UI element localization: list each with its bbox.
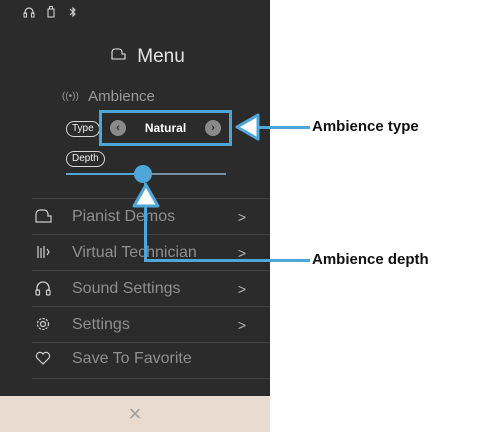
divider <box>32 270 270 271</box>
menu-item-sound-settings[interactable]: Sound Settings > <box>30 274 260 304</box>
type-callout-line <box>270 126 310 129</box>
menu-item-label: Save To Favorite <box>72 350 192 367</box>
headphones-icon <box>30 280 56 299</box>
ambience-depth-callout: Ambience depth <box>312 251 429 268</box>
depth-slider-thumb[interactable] <box>133 165 152 183</box>
ambience-heading-label: Ambience <box>88 88 155 105</box>
depth-slider-fill <box>66 173 143 175</box>
menu-item-label: Sound Settings <box>72 280 181 297</box>
status-bar <box>22 6 80 21</box>
ambience-type-value: Natural <box>144 121 187 135</box>
ambience-icon: ((•)) <box>62 91 79 102</box>
chevron-right-icon: > <box>237 281 246 297</box>
type-callout-arrowhead <box>235 113 260 141</box>
divider <box>32 234 270 235</box>
menu-item-label: Settings <box>72 316 130 333</box>
ambience-type-callout: Ambience type <box>312 118 419 135</box>
divider <box>32 378 270 379</box>
close-icon: × <box>128 401 142 426</box>
chevron-right-icon: > <box>237 317 246 333</box>
piano-icon <box>30 208 56 226</box>
piano-icon <box>110 47 132 63</box>
tuning-hammer-icon <box>30 244 56 263</box>
close-button[interactable]: × <box>0 396 270 432</box>
depth-callout-line <box>270 259 310 262</box>
ambience-heading: ((•)) Ambience <box>62 88 155 105</box>
ambience-type-selector[interactable]: ‹ Natural › <box>99 110 232 146</box>
app-screen: Menu ((•)) Ambience Type ‹ Natural › Dep… <box>0 0 270 432</box>
usb-icon <box>44 6 58 21</box>
menu-title: Menu <box>110 46 185 68</box>
heart-icon <box>30 351 56 368</box>
divider <box>32 342 270 343</box>
depth-label: Depth <box>66 151 105 167</box>
ambience-depth-slider[interactable] <box>66 165 226 183</box>
divider <box>32 306 270 307</box>
menu-item-settings[interactable]: Settings > <box>30 310 260 340</box>
type-next-button[interactable]: › <box>205 120 221 136</box>
chevron-right-icon: > <box>237 209 246 225</box>
type-previous-button[interactable]: ‹ <box>110 120 126 136</box>
headphones-icon <box>22 6 36 21</box>
bluetooth-icon <box>66 6 80 21</box>
menu-title-label: Menu <box>137 46 185 67</box>
gear-icon <box>30 316 56 335</box>
depth-callout-line <box>144 259 270 262</box>
menu-item-save-to-favorite[interactable]: Save To Favorite <box>30 344 260 374</box>
type-label: Type <box>66 121 100 137</box>
depth-callout-arrowhead <box>132 183 160 208</box>
